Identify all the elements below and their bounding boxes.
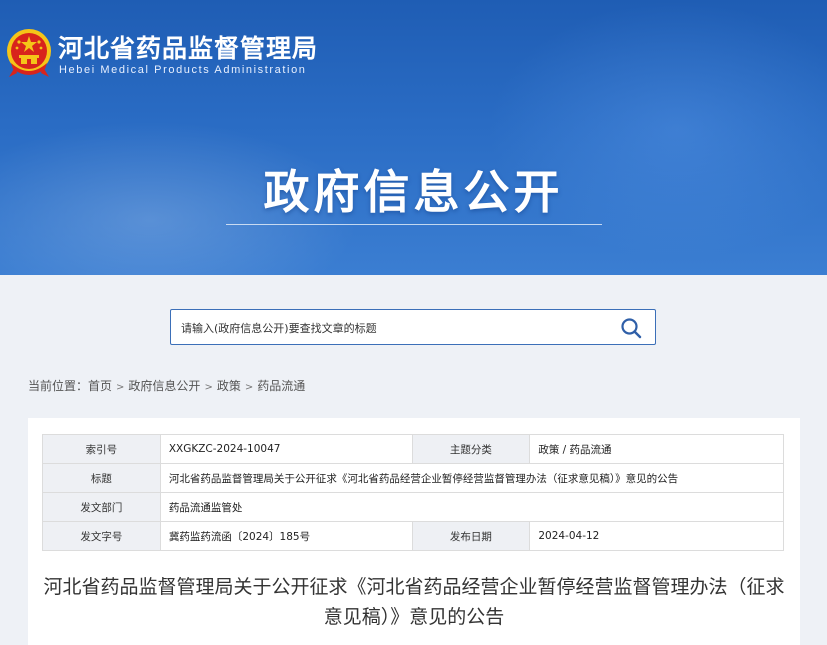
dept-label: 发文部门 xyxy=(42,492,161,522)
metadata-table: 索引号 XXGKZC-2024-10047 主题分类 政策 / 药品流通 标题 … xyxy=(42,434,785,551)
search-input[interactable] xyxy=(179,317,603,339)
breadcrumb-separator: > xyxy=(204,382,213,393)
table-row: 发文字号 冀药监药流函〔2024〕185号 发布日期 2024-04-12 xyxy=(42,521,784,551)
site-title[interactable]: 河北省药品监督管理局 xyxy=(58,29,318,65)
content-panel: 索引号 XXGKZC-2024-10047 主题分类 政策 / 药品流通 标题 … xyxy=(28,418,800,645)
doc-no-label: 发文字号 xyxy=(42,521,161,551)
breadcrumb-gov-info[interactable]: 政府信息公开 xyxy=(128,379,200,393)
breadcrumb-drug-circulation[interactable]: 药品流通 xyxy=(257,379,305,393)
hero-title: 政府信息公开 xyxy=(263,165,564,219)
breadcrumb: 当前位置：首页 > 政府信息公开 > 政策 > 药品流通 xyxy=(28,377,305,394)
search-box xyxy=(170,309,656,345)
index-value: XXGKZC-2024-10047 xyxy=(159,434,413,464)
title-label: 标题 xyxy=(42,463,161,493)
national-emblem-icon[interactable] xyxy=(5,27,53,79)
site-subtitle: Hebei Medical Products Administration xyxy=(59,64,307,76)
hero-divider xyxy=(226,224,602,225)
table-row: 标题 河北省药品监督管理局关于公开征求《河北省药品经营企业暂停经营监督管理办法（… xyxy=(42,463,785,493)
breadcrumb-policy[interactable]: 政策 xyxy=(217,379,241,393)
search-icon[interactable] xyxy=(619,316,643,340)
date-value: 2024-04-12 xyxy=(529,521,784,551)
dept-value: 药品流通监管处 xyxy=(159,492,785,522)
title-value: 河北省药品监督管理局关于公开征求《河北省药品经营企业暂停经营监督管理办法（征求意… xyxy=(159,463,785,493)
breadcrumb-separator: > xyxy=(244,382,254,393)
header-banner: 河北省药品监督管理局 Hebei Medical Products Admini… xyxy=(0,0,827,275)
article-title: 河北省药品监督管理局关于公开征求《河北省药品经营企业暂停经营监督管理办法（征求意… xyxy=(43,576,785,628)
breadcrumb-prefix: 当前位置： xyxy=(28,379,89,393)
breadcrumb-separator: > xyxy=(116,382,125,393)
category-value: 政策 / 药品流通 xyxy=(529,434,784,464)
category-label: 主题分类 xyxy=(411,434,531,464)
date-label: 发布日期 xyxy=(411,521,531,551)
table-row: 发文部门 药品流通监管处 xyxy=(42,492,785,522)
doc-no-value: 冀药监药流函〔2024〕185号 xyxy=(159,521,413,551)
table-row: 索引号 XXGKZC-2024-10047 主题分类 政策 / 药品流通 xyxy=(42,434,784,464)
index-label: 索引号 xyxy=(42,434,161,464)
breadcrumb-home[interactable]: 首页 xyxy=(88,379,112,393)
